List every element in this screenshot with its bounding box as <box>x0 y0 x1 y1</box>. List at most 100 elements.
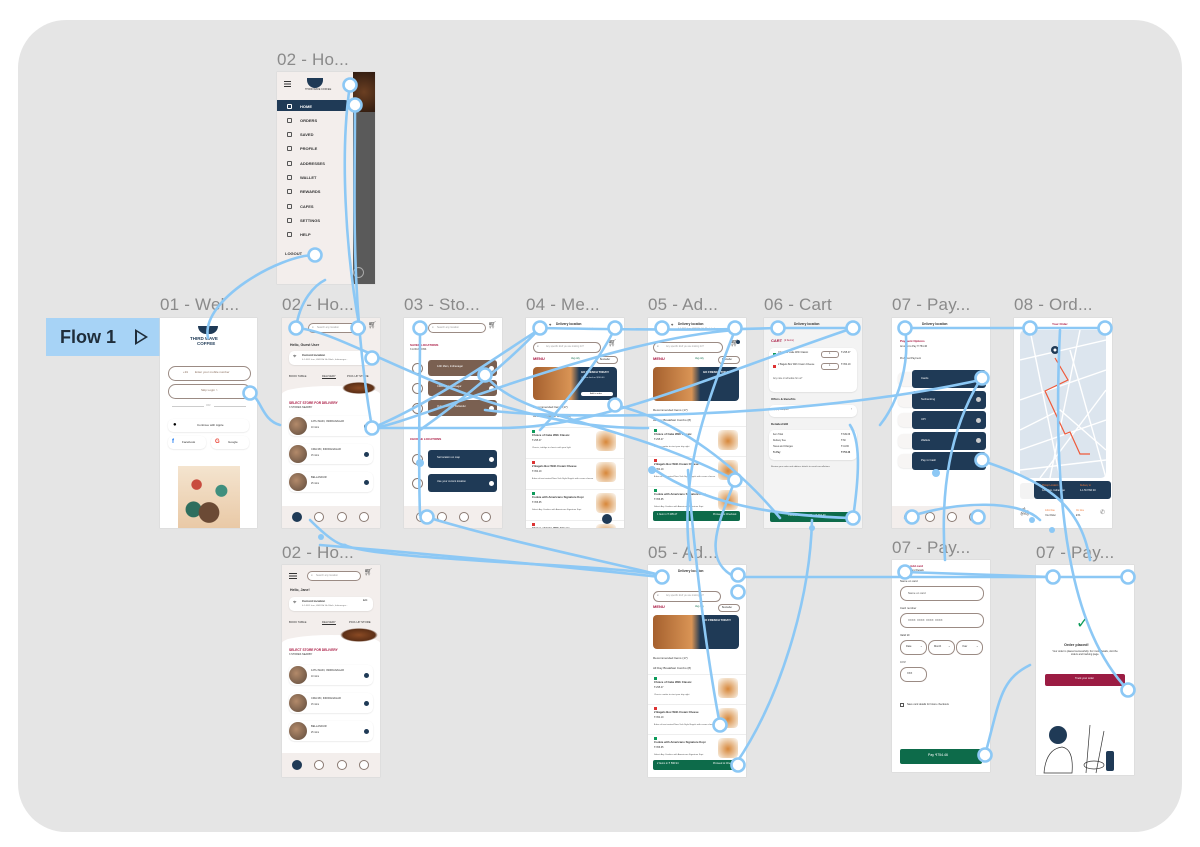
item-name[interactable]: 2 Bagels Box With Cream Cheese <box>532 464 577 468</box>
frame-tracking[interactable]: Your Order Pickup Location 12th Main, In… <box>1014 318 1112 528</box>
nav-orders-icon[interactable] <box>337 760 347 770</box>
veg-only-toggle[interactable]: Veg only <box>695 358 704 361</box>
item-image[interactable] <box>596 462 616 482</box>
pay-button[interactable]: Pay ₹754.46 <box>900 749 982 764</box>
nav-menu-icon[interactable] <box>314 512 324 522</box>
item-name[interactable]: Choice of Cake With Classic <box>532 433 570 437</box>
store-card[interactable]: CMH RD, INDIRANAGAR 15 mins <box>289 693 373 713</box>
item-name[interactable]: Cookie with Americano Signature Kopi <box>654 492 706 496</box>
apply-coupon-button[interactable]: Apply Coupon › <box>769 405 857 417</box>
tab-delivery[interactable]: DELIVERY <box>322 374 336 380</box>
drawer-item-wallet[interactable]: WALLET <box>281 173 351 183</box>
store-card[interactable]: 12TH MAIN, INDIRANAGAR 10 mins <box>289 416 373 436</box>
nav-menu-icon[interactable] <box>925 512 935 522</box>
location-card[interactable]: ⌖ Current location 4-1-56/1 Icon, HSR Rd… <box>289 351 373 365</box>
recommended-section[interactable]: Recommended Items (17) <box>653 408 688 412</box>
drawer-item-profile[interactable]: PROFILE <box>281 144 351 154</box>
store-select-radio[interactable] <box>364 423 369 429</box>
tab-pickup[interactable]: PICK-UP STORE <box>347 374 369 378</box>
google-login-button[interactable]: G Google <box>211 436 249 449</box>
nav-orders-icon[interactable] <box>459 512 469 522</box>
item-image[interactable] <box>718 708 738 728</box>
breakfast-section[interactable]: All Day Breakfast Combo (8) <box>653 418 691 422</box>
payment-method-button[interactable]: Cards <box>912 370 986 388</box>
hamburger-icon[interactable] <box>289 573 297 574</box>
search-input[interactable]: ⌕ Search any location <box>308 323 366 333</box>
bestseller-filter[interactable]: Bestseller <box>596 356 618 364</box>
checkout-bar[interactable]: 2 Items in ₹ 590.94 Proceed to Checkout <box>653 760 740 770</box>
frame-label-tracking[interactable]: 08 - Ord... <box>1014 295 1093 315</box>
search-input[interactable]: ⌕ Search any location <box>428 323 486 333</box>
month-select[interactable]: Month ⌄ <box>928 640 955 655</box>
checkout-bar[interactable]: 1 Item in ₹ 295.47 Proceed to Checkout <box>653 511 740 521</box>
nav-home-icon[interactable] <box>292 760 302 770</box>
breakfast-section[interactable]: All Day Breakfast Combo (8) <box>533 414 571 418</box>
frame-payment[interactable]: Delivery location Payment Options Amount… <box>892 318 990 528</box>
dish-search-input[interactable]: ⌕ Any specific dish you are looking for? <box>533 342 601 353</box>
frame-label-stores[interactable]: 03 - Sto... <box>404 295 480 315</box>
item-name[interactable]: 2 Bagels Box With Cream Cheese <box>654 462 699 466</box>
drawer-item-addresses[interactable]: ADDRESSES <box>281 158 351 168</box>
item-image[interactable] <box>718 490 738 510</box>
confirm-pay-button[interactable]: Confirm Order and Pay ₹ 754.46 <box>770 512 856 522</box>
nav-menu-icon[interactable] <box>437 512 447 522</box>
veg-only-toggle[interactable]: Veg only <box>695 606 704 609</box>
drawer-item-home[interactable]: HOME <box>281 101 351 111</box>
card-number-input[interactable]: XXXX XXXX XXXX XXXX <box>900 613 984 628</box>
tracking-map[interactable] <box>1020 330 1106 478</box>
breakfast-section[interactable]: All Day Breakfast Combo (8) <box>653 666 691 670</box>
drawer-item-rewards[interactable]: REWARDS <box>281 187 351 197</box>
promo-banner[interactable]: GO FRENCH TODAY! Combo deal on $200.00 A… <box>533 367 617 400</box>
frame-label-added[interactable]: 05 - Ad... <box>648 295 718 315</box>
item-image[interactable] <box>596 431 616 451</box>
frame-added[interactable]: ⌖ Delivery location 4-1-56/1 Icon, HSR R… <box>648 318 746 528</box>
frame-home-logged-in[interactable]: ⌕ Search any location 🛒︎ Hello, Jane! ⌖ … <box>282 565 380 777</box>
item-image[interactable] <box>718 738 738 758</box>
item-name[interactable]: Choice of Cake With Classic <box>654 680 692 684</box>
store-select-radio[interactable] <box>364 451 369 457</box>
frame-stores[interactable]: ⌕ Search any location 🛒︎ SAVED LOCATIONS… <box>404 318 502 528</box>
nav-cart-icon[interactable] <box>481 512 491 522</box>
veg-only-toggle[interactable]: Veg only <box>571 358 580 361</box>
store-card[interactable]: CMH RD, INDIRANAGAR 15 mins <box>289 444 373 464</box>
drawer-item-saved[interactable]: SAVED <box>281 130 351 140</box>
frame-label-success[interactable]: 07 - Pay... <box>1036 543 1114 563</box>
recommended-section[interactable]: Recommended Items (17) <box>653 656 688 660</box>
item-name[interactable]: Choice of Cake With Classic <box>654 432 692 436</box>
payment-method-button[interactable]: Pay in Cash <box>912 452 986 470</box>
item-name[interactable]: 2 Bagels Box With Cream Cheese <box>654 710 699 714</box>
facebook-login-button[interactable]: f Facebook <box>168 436 206 449</box>
item-image[interactable] <box>718 678 738 698</box>
store-card[interactable]: BELLANDUR 25 mins <box>289 721 373 741</box>
quantity-stepper[interactable]: 1 <box>821 363 839 370</box>
skip-login-button[interactable]: Skip Login > <box>168 384 251 399</box>
nav-home-icon[interactable] <box>904 512 914 522</box>
menu-fab-button[interactable] <box>602 514 612 524</box>
schedule-note[interactable]: Any note or schedule for us? <box>773 378 802 381</box>
nav-cart-icon[interactable] <box>969 512 979 522</box>
nav-home-icon[interactable] <box>416 512 426 522</box>
item-name[interactable]: Choice of Cake With Classic <box>532 526 570 528</box>
choose-location-button[interactable]: Use your current location <box>428 474 497 492</box>
cart-icon[interactable]: 🛒︎ <box>488 322 497 330</box>
cart-icon[interactable]: 🛒︎ <box>368 322 377 330</box>
item-name[interactable]: Cookie with Americano Signature Kopi <box>654 740 706 744</box>
dish-search-input[interactable]: ⌕ Any specific dish you are looking for? <box>653 342 723 353</box>
item-image[interactable] <box>718 430 738 450</box>
store-card[interactable]: BELLANDUR 25 mins <box>289 472 373 492</box>
phone-input[interactable]: +91 Enter your mobile number <box>168 366 251 381</box>
frame-menu[interactable]: ⌖ Delivery location 4-1-56/1 Icon, HSR R… <box>526 318 624 528</box>
store-card[interactable]: 12TH MAIN, INDIRANAGAR 10 mins <box>289 665 373 685</box>
saved-location-button[interactable]: 12th Main, Indiranagar <box>428 360 497 376</box>
frame-drawer[interactable]: THIRD WAVE COFFEE HOME ORDERS SAVED PROFILE… <box>277 72 375 284</box>
nav-orders-icon[interactable] <box>337 512 347 522</box>
store-select-radio[interactable] <box>364 700 369 706</box>
cvv-input[interactable]: XXX <box>900 667 927 682</box>
frame-label-added2[interactable]: 05 - Ad... <box>648 543 718 563</box>
flow-start-button[interactable]: Flow 1 <box>46 318 160 356</box>
promo-banner[interactable]: GO FRENCH TODAY! <box>653 615 739 649</box>
store-select-radio[interactable] <box>364 672 369 678</box>
item-name[interactable]: Cookie with Americano Signature Kopi <box>532 495 584 499</box>
drawer-item-cafes[interactable]: CAFES <box>281 201 351 211</box>
nav-orders-icon[interactable] <box>947 512 957 522</box>
